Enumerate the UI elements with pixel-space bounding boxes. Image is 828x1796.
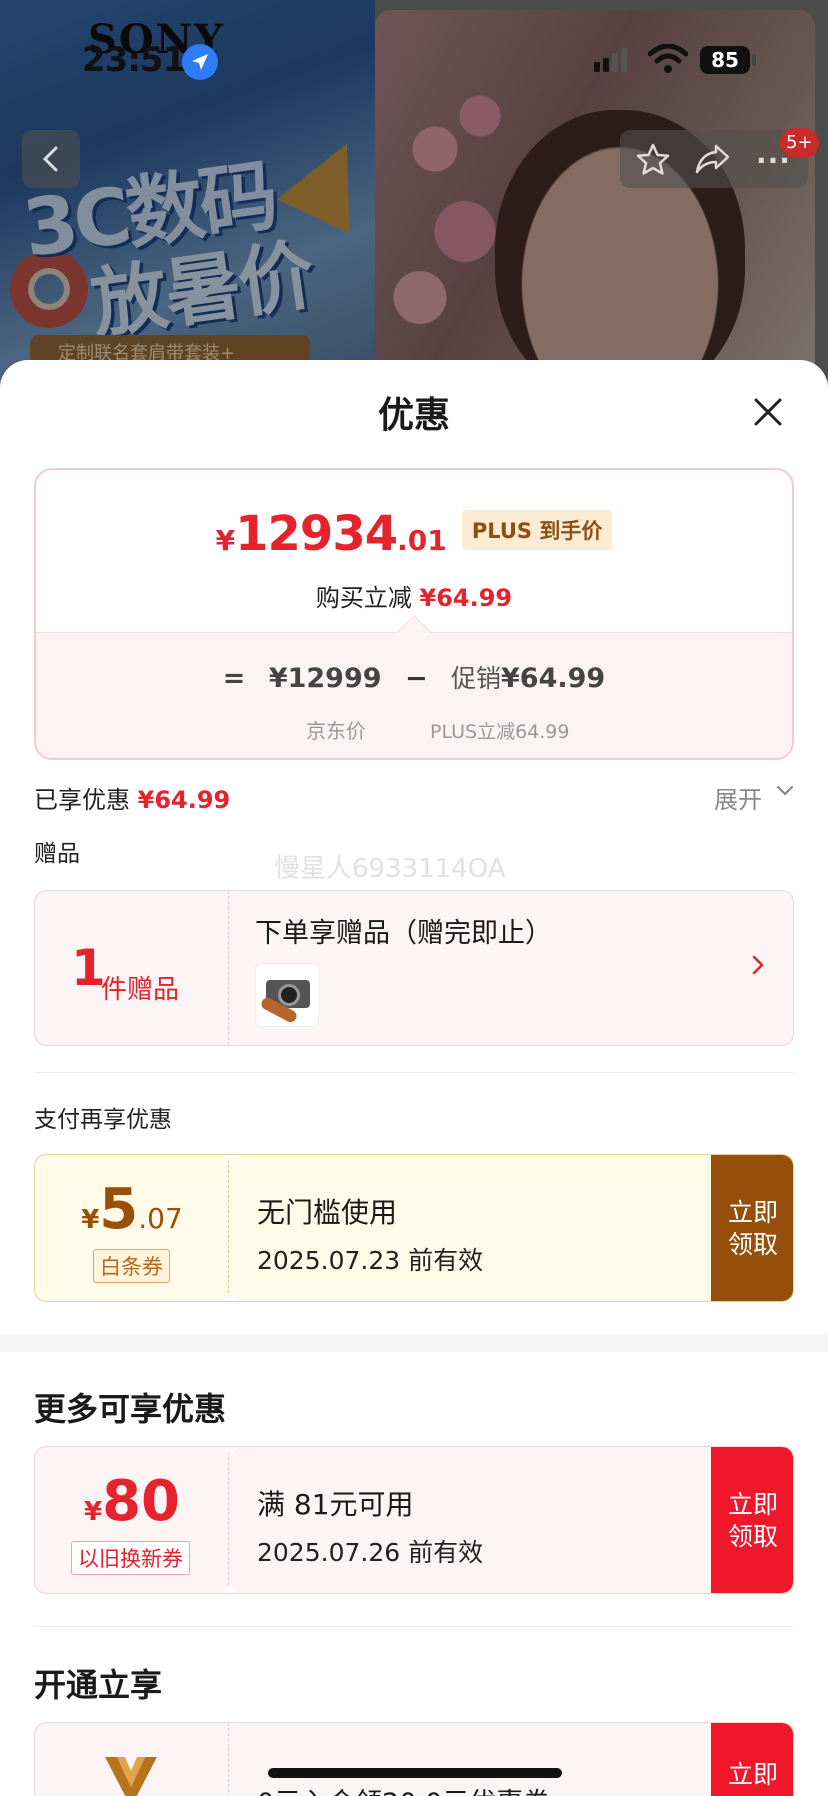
promo-amount: ¥64.99: [501, 663, 606, 694]
watermark: 慢星人6933114OA: [274, 854, 506, 884]
price-summary-card: ¥12934.01 PLUS 到手价 购买立减 ¥64.99 = ¥12999 …: [34, 468, 794, 760]
expand-button[interactable]: 展开: [714, 780, 762, 815]
final-price-section: ¥12934.01 PLUS 到手价 购买立减 ¥64.99: [36, 470, 792, 632]
close-icon[interactable]: [752, 396, 784, 428]
sheet-title: 优惠: [377, 395, 450, 436]
home-indicator[interactable]: [268, 1768, 562, 1778]
coupon-notch: [223, 1587, 237, 1593]
coupon-logo-section: [35, 1723, 229, 1796]
section-separator: [0, 1334, 828, 1352]
coupon-title: 0元入会领20.0元优惠券: [257, 1781, 550, 1796]
formula-minus: −: [404, 663, 428, 694]
claim-button[interactable]: 立即 领取: [711, 1155, 793, 1301]
coupon-currency: ¥: [81, 1205, 100, 1235]
chevron-left-icon: [42, 146, 58, 172]
baitiao-coupon: ¥5.07 白条券 无门槛使用 2025.07.23 前有效 立即 领取: [34, 1154, 794, 1302]
divider: [34, 1626, 794, 1627]
price-integer: 12934: [235, 506, 398, 562]
price-decimal: .01: [397, 524, 447, 557]
enjoyed-discount: 已享优惠 ¥64.99: [34, 780, 230, 815]
coupon-type: 白条券: [93, 1249, 170, 1283]
coupon-notch: [223, 1295, 237, 1301]
back-button[interactable]: [22, 130, 80, 188]
claim-button[interactable]: 立即 领取: [711, 1447, 793, 1593]
formula-equals: =: [222, 663, 246, 694]
gift-count-section: 1 件赠品: [35, 891, 229, 1045]
divider: [34, 1072, 794, 1073]
enjoyed-amount: ¥64.99: [137, 786, 231, 814]
coupon-amount: ¥80: [35, 1469, 229, 1534]
coupon-type: 以旧换新券: [71, 1541, 190, 1575]
membership-section-title: 开通立享: [34, 1666, 163, 1704]
membership-coupon: 0元入会领20.0元优惠券 立即: [34, 1722, 794, 1796]
jd-price-label: 京东价: [306, 719, 366, 743]
coupon-title: 满 81元可用: [257, 1488, 414, 1521]
gift-card[interactable]: 1 件赠品 下单享赠品（赠完即止）: [34, 890, 794, 1046]
price-currency: ¥: [215, 524, 236, 557]
coupon-amount: ¥5.07: [35, 1177, 229, 1242]
instant-reduction: 购买立减 ¥64.99: [36, 578, 792, 613]
coupon-title: 无门槛使用: [257, 1196, 398, 1229]
product-page-background: 3C数码 放暑价 定制联名套肩带套装+ SONY 23:51 85 ··· 5+: [0, 0, 828, 380]
promo-label: 促销: [450, 664, 501, 693]
coupon-amount-dec: .07: [138, 1202, 183, 1235]
membership-logo-icon: [105, 1757, 157, 1796]
coupon-expiry: 2025.07.26 前有效: [257, 1538, 484, 1567]
plus-reduce-label: PLUS立减64.99: [430, 721, 570, 743]
cellular-signal-icon: [594, 48, 627, 72]
coupon-currency: ¥: [83, 1497, 103, 1527]
wifi-icon: [648, 44, 688, 73]
gift-title: 下单享赠品（赠完即止）: [255, 918, 552, 949]
gift-section-label: 赠品: [34, 841, 80, 867]
discount-sheet: 优惠 ¥12934.01 PLUS 到手价 购买立减 ¥64.99 = ¥129…: [0, 360, 828, 1796]
final-price: ¥12934.01 PLUS 到手价: [36, 506, 792, 562]
more-discounts-title: 更多可享优惠: [34, 1390, 227, 1428]
camera-lens-graphic: [278, 984, 300, 1006]
plus-price-tag: PLUS 到手价: [461, 510, 613, 550]
status-time: 23:51: [82, 40, 186, 80]
claim-button[interactable]: 立即: [711, 1723, 793, 1796]
gift-unit: 件赠品: [101, 975, 180, 1005]
coupon-value-section: ¥5.07 白条券: [35, 1155, 229, 1301]
coupon-amount-int: 80: [102, 1469, 181, 1534]
coupon-value-section: ¥80 以旧换新券: [35, 1447, 229, 1593]
reduce-label: 购买立减: [315, 584, 412, 612]
share-icon[interactable]: [694, 143, 730, 175]
pay-section-label: 支付再享优惠: [34, 1107, 172, 1133]
coupon-details: 无门槛使用 2025.07.23 前有效: [229, 1155, 715, 1301]
coupon-details: 满 81元可用 2025.07.26 前有效: [229, 1447, 715, 1593]
gift-thumbnail: [255, 963, 319, 1027]
battery-icon: 85: [700, 46, 750, 74]
enjoyed-label: 已享优惠: [34, 786, 130, 814]
chevron-right-icon: [752, 955, 764, 975]
battery-tip: [752, 54, 756, 66]
notification-badge: 5+: [780, 128, 819, 158]
location-arrow-icon: [182, 44, 218, 80]
coupon-expiry: 2025.07.23 前有效: [257, 1246, 484, 1275]
chevron-down-icon[interactable]: [776, 784, 794, 798]
trade-in-coupon: ¥80 以旧换新券 满 81元可用 2025.07.26 前有效 立即 领取: [34, 1446, 794, 1594]
jd-price: ¥12999: [268, 663, 382, 694]
price-formula: = ¥12999 − 促销¥64.99: [36, 659, 792, 695]
coupon-amount-int: 5: [99, 1177, 139, 1242]
star-icon[interactable]: [636, 143, 670, 175]
reduce-amount: ¥64.99: [419, 584, 513, 612]
price-breakdown: = ¥12999 − 促销¥64.99 京东价 PLUS立减64.99: [36, 632, 792, 758]
